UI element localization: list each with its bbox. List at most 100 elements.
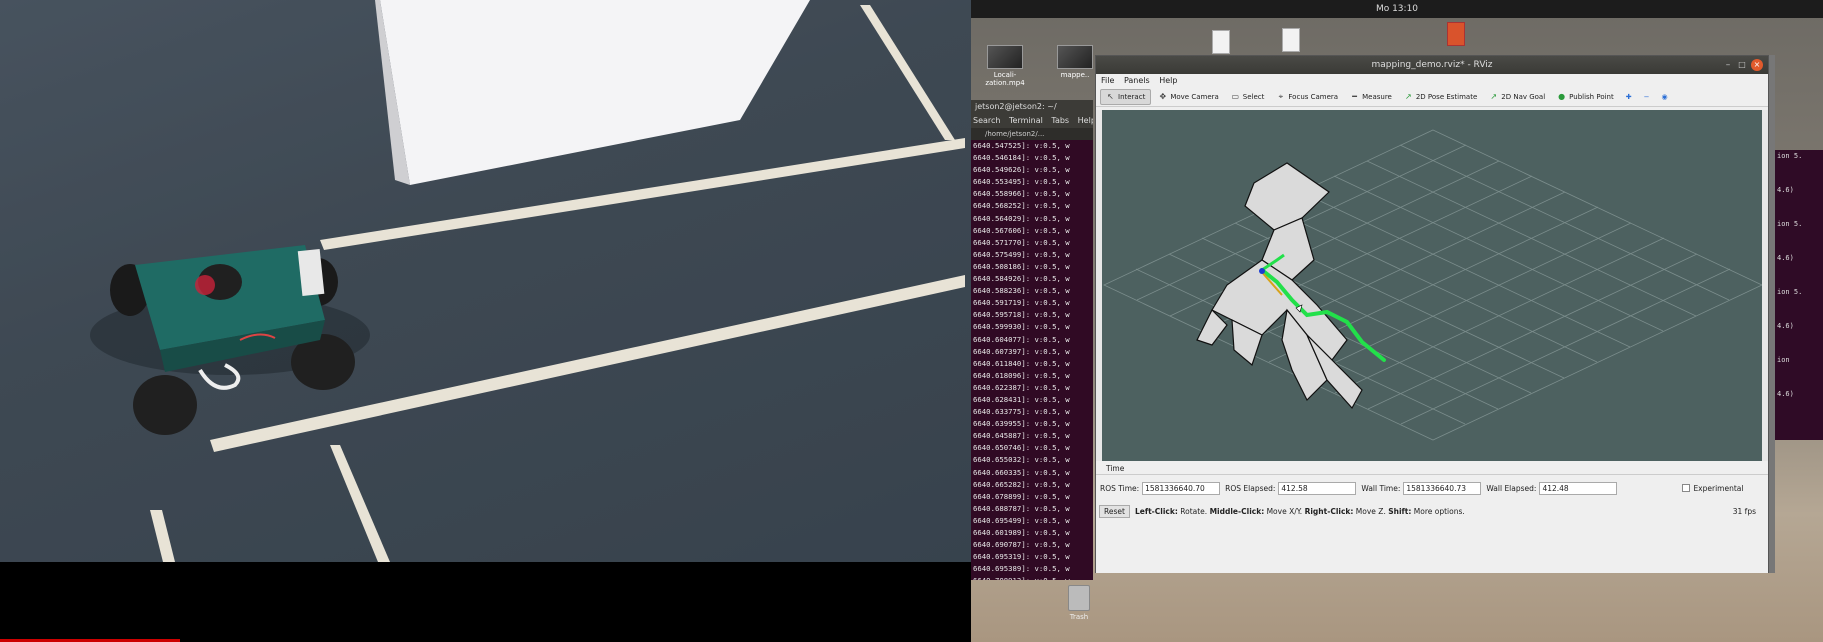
ros-time-label: ROS Time: <box>1100 483 1140 493</box>
time-panel: Time ROS Time: 1581336640.70 ROS Elapsed… <box>1096 463 1768 573</box>
terminal-line: 6640.595718]: v:0.5, w <box>973 310 1070 320</box>
video-thumbnail-icon <box>1057 45 1093 69</box>
terminal-line: 6640.558966]: v:0.5, w <box>973 189 1070 199</box>
background-terminal[interactable]: ion 5. 4.6) ion 5. 4.6) ion 5. 4.6) ion 4.6) <box>1775 150 1823 440</box>
ros-elapsed-field: 412.58 <box>1278 481 1357 495</box>
video-thumbnail-icon <box>987 45 1023 69</box>
terminal-line: 4.6) <box>1777 322 1794 330</box>
terminal-line: ion <box>1777 356 1790 364</box>
desktop: Mo 13:10 Locali­zation.mp4 mappe.. jetso… <box>971 0 1823 642</box>
tool-select-button[interactable]: ▭ Select <box>1226 89 1270 105</box>
terminal-line: 6640.564029]: v:0.5, w <box>973 213 1070 223</box>
terminal-line: 6640.678899]: v:0.5, w <box>973 491 1070 501</box>
ros-elapsed-label: ROS Elapsed: <box>1225 483 1276 493</box>
desktop-file-icon[interactable] <box>1436 22 1476 48</box>
terminal-line: 6640.695389]: v:0.5, w <box>973 564 1070 574</box>
tool-publish-point-button[interactable]: ● Publish Point <box>1552 89 1619 105</box>
tool-options-icon[interactable]: ◉ <box>1656 89 1672 105</box>
wall-time-field: 1581336640.73 <box>1403 481 1482 495</box>
terminal-line: 6640.690787]: v:0.5, w <box>973 540 1070 550</box>
tool-2d-nav-goal-button[interactable]: ↗ 2D Nav Goal <box>1484 89 1550 105</box>
publish-point-icon: ● <box>1558 92 1566 101</box>
tool-2d-pose-estimate-button[interactable]: ↗ 2D Pose Estimate <box>1399 89 1482 105</box>
tool-label: Select <box>1242 92 1265 101</box>
terminal-window[interactable]: jetson2@jetson2: ~/ Search Terminal Tabs… <box>971 100 1093 580</box>
minimize-icon[interactable]: – <box>1722 59 1734 71</box>
right-dock-handle[interactable] <box>1762 110 1768 461</box>
status-hint: Left-Click: Rotate. Middle-Click: Move X… <box>1134 506 1465 516</box>
tool-label: Interact <box>1118 92 1146 101</box>
terminal-line: 6640.688787]: v:0.5, w <box>973 503 1070 513</box>
terminal-menu-item[interactable]: Search <box>973 116 1000 125</box>
terminal-line: 6640.655032]: v:0.5, w <box>973 455 1070 465</box>
terminal-line: 6640.650746]: v:0.5, w <box>973 443 1070 453</box>
focus-camera-icon: ⌖ <box>1278 92 1284 101</box>
experimental-checkbox[interactable] <box>1682 484 1691 492</box>
terminal-line: ion 5. <box>1777 220 1803 228</box>
terminal-line: 6640.567606]: v:0.5, w <box>973 225 1070 235</box>
trash-icon[interactable]: Trash <box>1059 585 1099 621</box>
tool-measure-button[interactable]: ━ Measure <box>1345 89 1397 105</box>
select-icon: ▭ <box>1231 92 1240 101</box>
terminal-line: 4.6) <box>1777 186 1794 194</box>
desktop-file-icon[interactable]: mappe.. <box>1055 45 1095 79</box>
rviz-window[interactable]: mapping_demo.rviz* - RViz – □ × File Pan… <box>1095 55 1769 573</box>
document-icon <box>1282 28 1300 52</box>
tool-focus-camera-button[interactable]: ⌖ Focus Camera <box>1271 89 1343 105</box>
terminal-line: 6640.708912]: v:0.5, w <box>973 575 1093 580</box>
terminal-line: 6640.546184]: v:0.5, w <box>973 153 1070 163</box>
terminal-menu-item[interactable]: Help <box>1078 116 1093 125</box>
desktop-file-icon[interactable] <box>1201 30 1241 56</box>
desktop-file-icon[interactable] <box>1271 28 1311 54</box>
add-tool-icon[interactable]: ✚ <box>1621 89 1637 105</box>
terminal-line: 6640.628431]: v:0.5, w <box>973 394 1070 404</box>
video-letterbox <box>0 562 971 642</box>
tool-move-camera-button[interactable]: ✥ Move Camera <box>1153 89 1223 105</box>
menu-panels[interactable]: Panels <box>1124 76 1150 85</box>
terminal-line: 6640.547525]: v:0.5, w <box>973 141 1070 150</box>
tool-interact-button[interactable]: ↖ Interact <box>1100 88 1152 105</box>
pdf-icon <box>1447 22 1465 46</box>
terminal-line: 6640.571770]: v:0.5, w <box>973 237 1070 247</box>
remove-tool-icon[interactable]: − <box>1639 89 1655 105</box>
terminal-tab[interactable]: /home/jetson2/... <box>971 128 1093 140</box>
terminal-line: ion 5. <box>1777 152 1803 160</box>
rviz-menubar: File Panels Help <box>1096 74 1768 87</box>
camera-video <box>0 0 971 562</box>
terminal-line: 6640.584926]: v:0.5, w <box>973 274 1070 284</box>
terminal-title: jetson2@jetson2: ~/ <box>971 100 1093 114</box>
terminal-line: 6640.618096]: v:0.5, w <box>973 370 1070 380</box>
robot-marker <box>1259 268 1265 274</box>
nav-goal-icon: ↗ <box>1490 92 1498 101</box>
rviz-window-title: mapping_demo.rviz* - RViz <box>1371 60 1493 70</box>
terminal-line: 6640.553495]: v:0.5, w <box>973 177 1070 187</box>
terminal-line: 6640.591719]: v:0.5, w <box>973 298 1070 308</box>
tool-label: Publish Point <box>1569 92 1614 101</box>
trash-bin-icon <box>1068 585 1090 611</box>
clock[interactable]: Mo 13:10 <box>1376 4 1418 14</box>
fps-counter: 31 fps <box>1732 506 1756 516</box>
top-panel: Mo 13:10 <box>971 0 1823 18</box>
desktop-file-icon[interactable]: Locali­zation.mp4 <box>985 45 1025 87</box>
terminal-line: 6640.639955]: v:0.5, w <box>973 419 1070 429</box>
terminal-line: 6640.622387]: v:0.5, w <box>973 382 1070 392</box>
menu-file[interactable]: File <box>1101 76 1114 85</box>
rviz-3d-viewport[interactable] <box>1102 110 1764 461</box>
rviz-titlebar: mapping_demo.rviz* - RViz – □ × <box>1096 56 1768 74</box>
terminal-line: 6640.607397]: v:0.5, w <box>973 346 1070 356</box>
terminal-menu: Search Terminal Tabs Help <box>971 114 1093 128</box>
wall-time-label: Wall Time: <box>1361 483 1401 493</box>
reset-button[interactable]: Reset <box>1099 504 1130 518</box>
map-view[interactable] <box>1102 110 1764 461</box>
maximize-icon[interactable]: □ <box>1736 59 1748 71</box>
rviz-toolbar: ↖ Interact ✥ Move Camera ▭ Select ⌖ Focus Camer… <box>1096 87 1768 107</box>
terminal-line: ion 5. <box>1777 288 1803 296</box>
time-panel-header: Time <box>1096 463 1768 475</box>
menu-help[interactable]: Help <box>1159 76 1177 85</box>
terminal-line: 4.6) <box>1777 254 1794 262</box>
close-icon[interactable]: × <box>1751 59 1763 71</box>
terminal-menu-item[interactable]: Terminal <box>1009 116 1043 125</box>
terminal-menu-item[interactable]: Tabs <box>1051 116 1069 125</box>
terminal-line: 6640.695319]: v:0.5, w <box>973 552 1070 562</box>
experimental-label: Experimental <box>1693 483 1744 493</box>
